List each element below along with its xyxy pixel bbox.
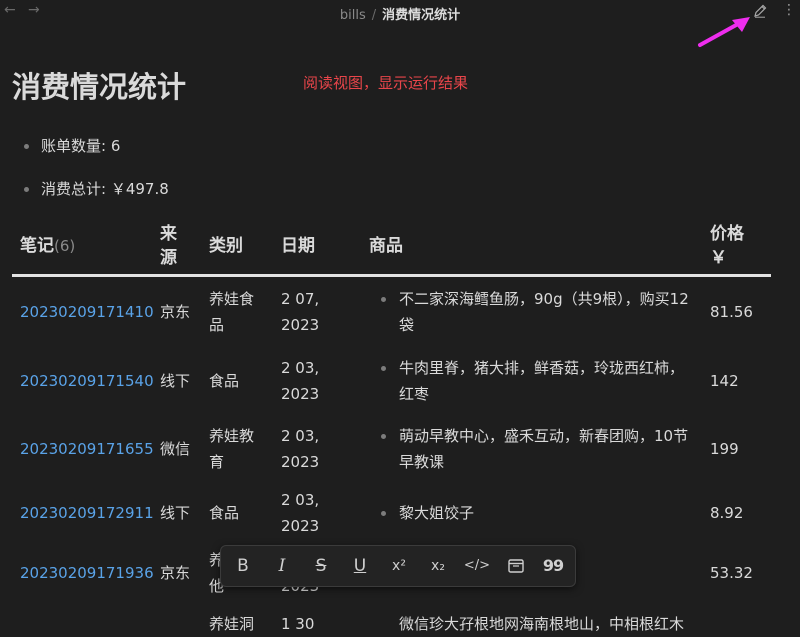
bullet-dot-icon xyxy=(381,511,386,516)
table-cell-product: 黎大姐饺子 xyxy=(381,500,699,526)
table-cell-date: 2 03, 2023 xyxy=(281,491,320,535)
breadcrumb-folder[interactable]: bills xyxy=(340,8,366,23)
column-header-note[interactable]: 笔记(6) xyxy=(20,234,75,258)
table-row-note-link[interactable]: 20230209171540 xyxy=(20,368,154,394)
summary-item: 账单数量: 6 xyxy=(24,135,120,156)
column-header-price[interactable]: 价格 ￥ xyxy=(710,222,744,270)
table-cell-price: 53.32 xyxy=(710,564,753,582)
table-cell-date: 2 07, 2023 xyxy=(281,290,320,334)
subscript-button[interactable]: x₂ xyxy=(423,552,453,580)
table-cell-source: 线下 xyxy=(160,372,191,390)
italic-button[interactable]: I xyxy=(267,552,297,580)
more-options-icon[interactable]: ⋮ xyxy=(782,2,796,18)
summary-item: 消费总计: ￥497.8 xyxy=(24,178,169,199)
table-cell-source: 微信 xyxy=(160,440,191,458)
table-cell-category: 养娃食品 xyxy=(209,290,255,334)
table-cell-price: 81.56 xyxy=(710,303,753,321)
table-cell-product: 不二家深海鳕鱼肠，90g（共9根），购买12 袋 xyxy=(381,286,699,338)
table-cell-price: 8.92 xyxy=(710,504,744,522)
embed-button[interactable] xyxy=(501,552,531,580)
inline-code-button[interactable]: </> xyxy=(462,552,492,580)
bullet-dot-icon xyxy=(24,187,29,192)
blockquote-button[interactable]: 99 xyxy=(538,552,568,580)
bullet-dot-icon xyxy=(381,297,386,302)
strikethrough-button[interactable]: S xyxy=(306,552,336,580)
table-row-note-link[interactable]: 20230209171655 xyxy=(20,436,154,462)
column-header-date[interactable]: 日期 xyxy=(281,234,315,258)
table-cell-category: 食品 xyxy=(209,372,240,390)
bullet-dot-icon xyxy=(381,366,386,371)
page-title: 消费情况统计 xyxy=(12,70,187,104)
header-divider xyxy=(12,274,771,277)
breadcrumb-file[interactable]: 消费情况统计 xyxy=(382,8,460,23)
table-cell-price: 199 xyxy=(710,440,739,458)
format-toolbar: B I S U x² x₂ </> 99 xyxy=(220,545,576,587)
bullet-dot-icon xyxy=(381,434,386,439)
table-row-note-link[interactable]: 20230209171936 xyxy=(20,560,154,586)
table-cell-date: 2 03, 2023 xyxy=(281,427,320,471)
table-cell-product: 微信珍大孖根地网海南根地山，中相根红木 xyxy=(399,615,685,633)
annotation-arrow-icon xyxy=(698,17,750,47)
table-cell-source: 京东 xyxy=(160,303,191,321)
table-cell-source: 线下 xyxy=(160,504,191,522)
table-cell-category: 养娃教育 xyxy=(209,427,255,471)
note-count: (6) xyxy=(54,237,76,255)
column-header-source[interactable]: 来 源 xyxy=(160,222,177,270)
table-cell-source: 京东 xyxy=(160,564,191,582)
table-cell-price: 142 xyxy=(710,372,739,390)
bullet-dot-icon xyxy=(24,144,29,149)
breadcrumb-separator: / xyxy=(371,8,377,23)
underline-button[interactable]: U xyxy=(345,552,375,580)
table-cell-product: 萌动早教中心，盛禾互动，新春团购，10节 早教课 xyxy=(381,423,699,475)
table-cell-date: 1 30 xyxy=(281,615,315,633)
superscript-button[interactable]: x² xyxy=(384,552,414,580)
table-cell-category: 食品 xyxy=(209,504,240,522)
pencil-icon[interactable] xyxy=(752,3,768,19)
column-header-category[interactable]: 类别 xyxy=(209,234,243,258)
top-bar: ← → bills / 消费情况统计 ⋮ xyxy=(0,0,800,24)
table-row-note-link[interactable]: 20230209171410 xyxy=(20,299,154,325)
embed-icon xyxy=(508,559,524,573)
column-header-product[interactable]: 商品 xyxy=(369,234,403,258)
table-cell-product: 牛肉里脊，猪大排，鲜香菇，玲珑西红柿， 红枣 xyxy=(381,355,699,407)
table-row-note-link[interactable]: 20230209172911 xyxy=(20,500,154,526)
table-cell-category: 养娃洞 xyxy=(209,615,255,633)
bold-button[interactable]: B xyxy=(228,552,258,580)
breadcrumb: bills / 消费情况统计 xyxy=(0,4,800,23)
table-cell-date: 2 03, 2023 xyxy=(281,359,320,403)
annotation-note: 阅读视图，显示运行结果 xyxy=(303,74,469,92)
